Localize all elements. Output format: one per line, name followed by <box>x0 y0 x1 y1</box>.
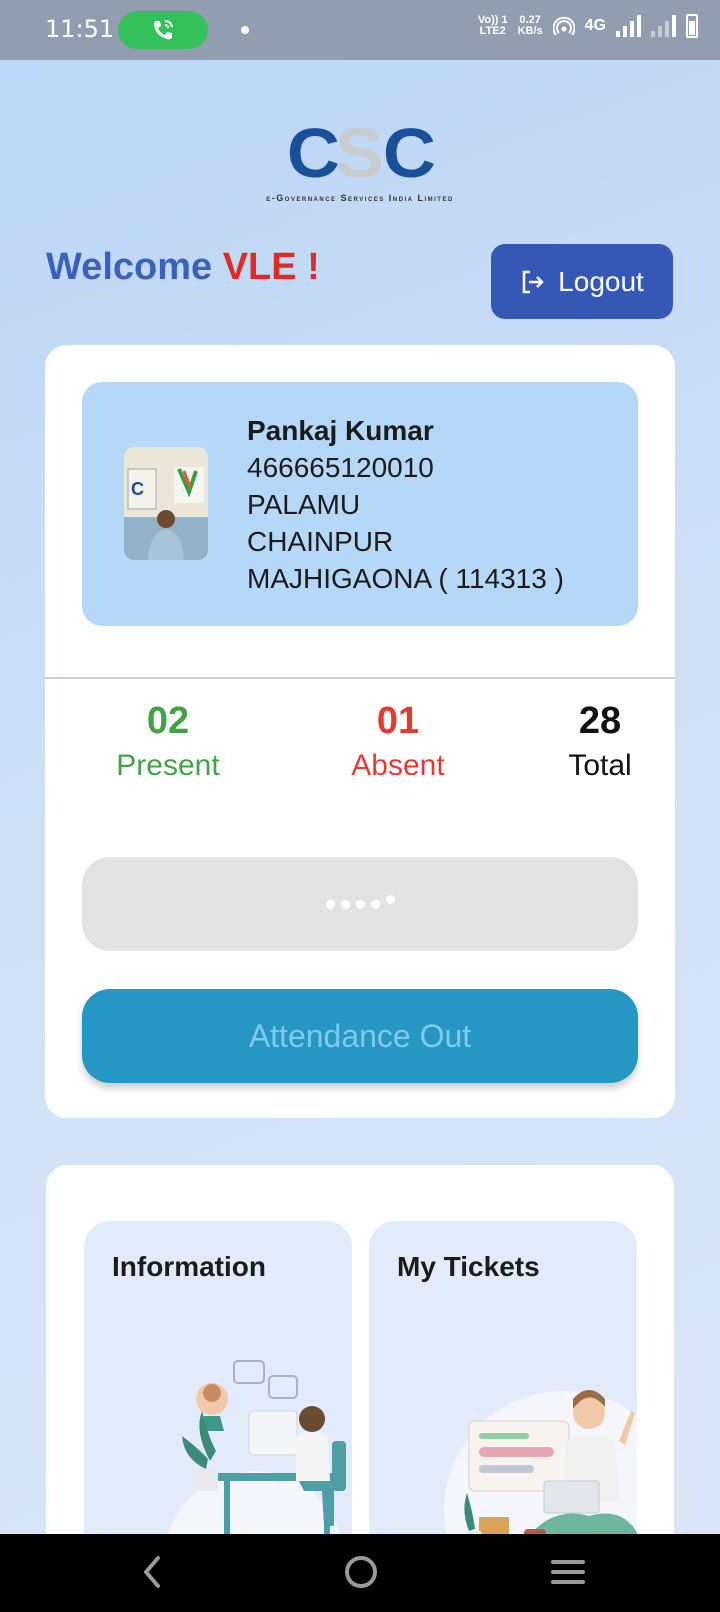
loading-dot <box>370 899 380 909</box>
notification-dot <box>241 26 249 34</box>
profile-info-box: C Pankaj Kumar 466665120010 PALAMU CHAIN… <box>82 382 638 626</box>
welcome-text: Welcome <box>46 246 213 288</box>
signal-icon-sim1 <box>616 15 641 37</box>
home-icon[interactable] <box>343 1554 379 1590</box>
welcome-heading: Welcome VLE ! <box>46 246 320 289</box>
loading-dot <box>340 899 350 909</box>
attendance-out-button[interactable]: Attendance Out <box>82 989 638 1083</box>
network-speed: 0.27 KB/s <box>518 15 543 37</box>
loading-dot <box>355 899 365 909</box>
network-type: 4G <box>584 17 606 34</box>
present-stat: 02 Present <box>93 698 243 788</box>
divider <box>45 677 675 679</box>
vle-id: 466665120010 <box>247 452 434 483</box>
vle-block: CHAINPUR <box>247 526 394 557</box>
phone-icon <box>154 20 173 40</box>
status-bar: 11:51 Vo)) 1 LTE2 0.27 KB/s 4G <box>0 0 720 60</box>
vle-panchayat: MAJHIGAONA ( 114313 ) <box>247 563 564 594</box>
avatar: C <box>124 447 208 560</box>
status-time: 11:51 <box>45 15 115 43</box>
logo-letter-c2: C <box>382 114 436 192</box>
logo-letter-s: S <box>334 114 384 192</box>
loading-dot <box>385 894 395 904</box>
ongoing-call-pill[interactable] <box>118 11 208 49</box>
loading-indicator <box>82 857 638 951</box>
absent-count: 01 <box>376 700 420 742</box>
profile-details: Pankaj Kumar 466665120010 PALAMU CHAINPU… <box>247 412 564 597</box>
back-icon[interactable] <box>138 1554 168 1590</box>
battery-icon <box>686 14 698 38</box>
signal-icon-sim2 <box>651 15 676 37</box>
present-count: 02 <box>146 700 190 742</box>
absent-label: Absent <box>351 749 445 782</box>
loading-dot <box>325 899 335 909</box>
my-tickets-title: My Tickets <box>397 1251 540 1282</box>
status-icons: Vo)) 1 LTE2 0.27 KB/s 4G <box>478 14 698 38</box>
logout-label: Logout <box>558 265 644 297</box>
volte-indicator: Vo)) 1 LTE2 <box>478 15 508 37</box>
vle-name: Pankaj Kumar <box>247 415 434 446</box>
volte-bottom: LTE2 <box>479 25 506 37</box>
total-stat: 28 Total <box>545 698 655 788</box>
welcome-highlight: VLE ! <box>222 246 320 288</box>
speed-unit: KB/s <box>517 25 543 37</box>
present-label: Present <box>116 749 220 782</box>
system-nav-bar <box>0 1534 720 1612</box>
logo-letter-c1: C <box>286 114 340 192</box>
total-label: Total <box>568 749 632 782</box>
logout-button[interactable]: Logout <box>491 244 673 319</box>
menu-icon[interactable] <box>550 1554 586 1590</box>
logout-icon <box>522 270 544 293</box>
vle-district: PALAMU <box>247 489 361 520</box>
csc-logo: C S C e-Governance Services India Limite… <box>230 110 490 210</box>
information-title: Information <box>112 1251 266 1282</box>
profile-card: C Pankaj Kumar 466665120010 PALAMU CHAIN… <box>45 345 675 1118</box>
svg-text:C: C <box>131 479 144 499</box>
hotspot-icon <box>552 16 575 36</box>
total-count: 28 <box>578 700 622 742</box>
logo-letters: C S C <box>286 114 436 192</box>
absent-stat: 01 Absent <box>323 698 473 788</box>
logo-subtitle: e-Governance Services India Limited <box>266 193 454 203</box>
